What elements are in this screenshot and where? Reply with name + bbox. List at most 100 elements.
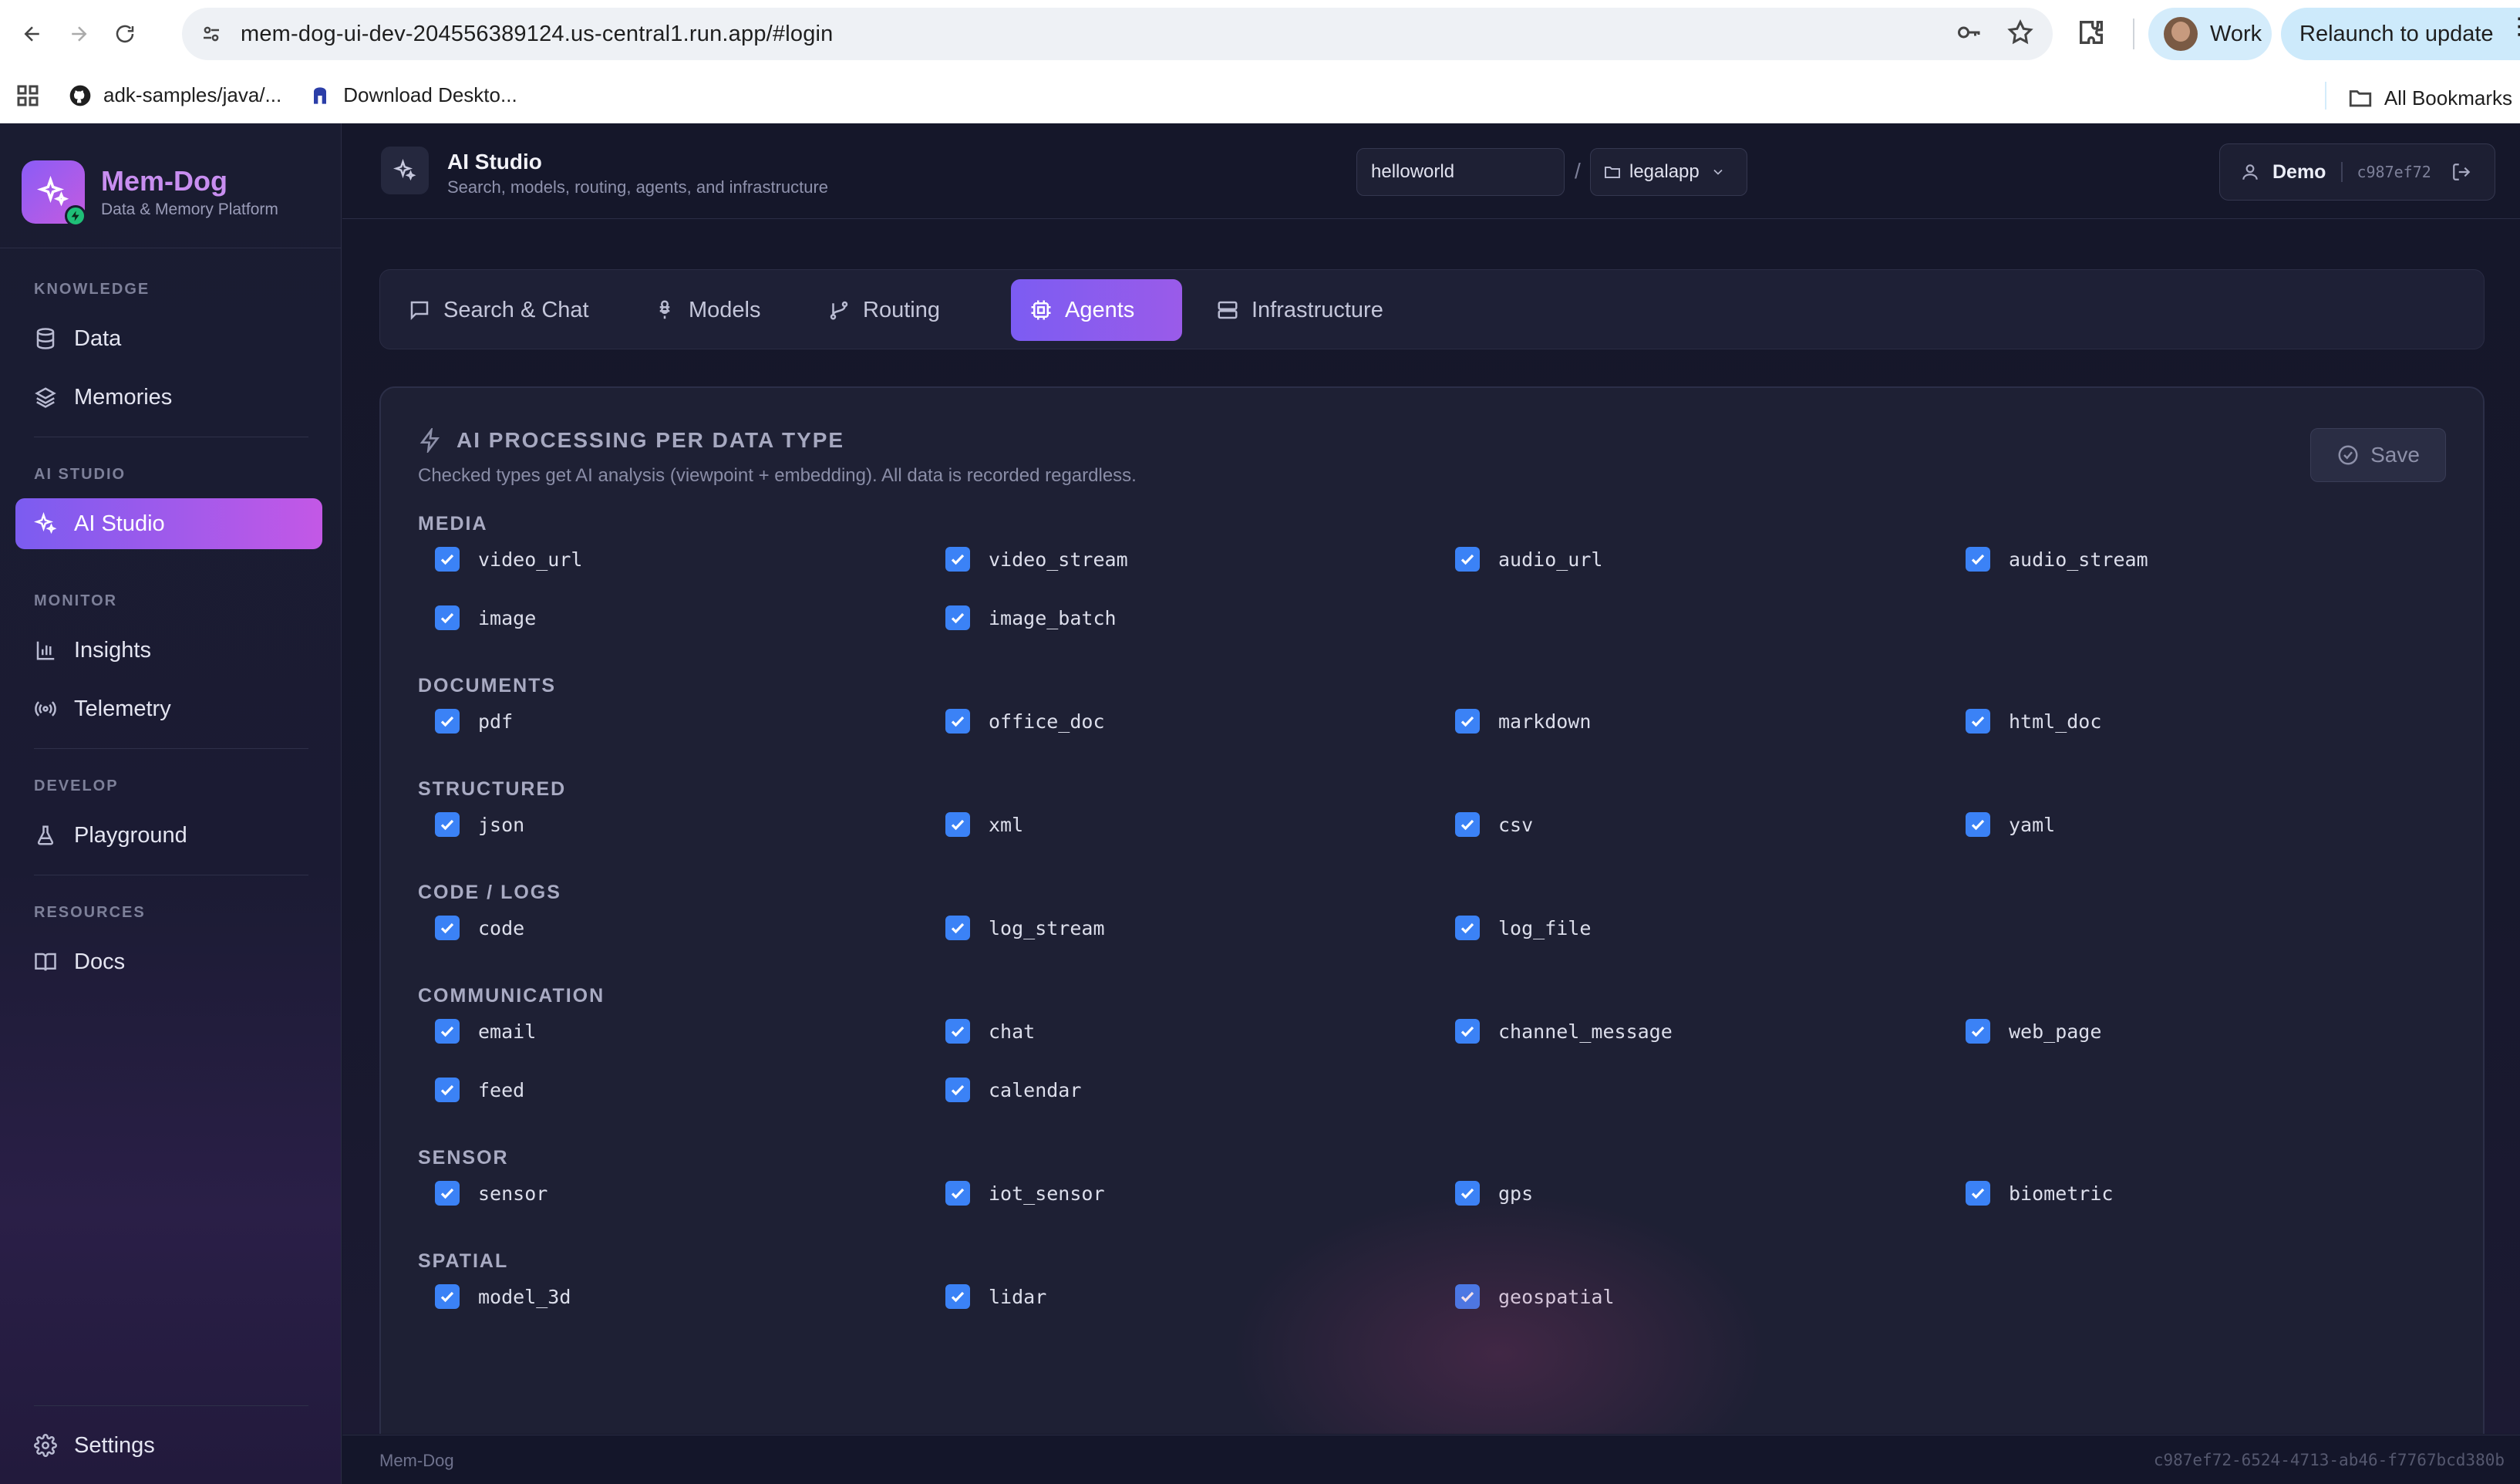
forward-button[interactable] [56, 11, 102, 57]
checkbox-checked[interactable] [1455, 1181, 1480, 1206]
data-type-checkbox[interactable]: pdf [435, 709, 513, 734]
tab-models[interactable]: Models [635, 279, 797, 341]
checkbox-checked[interactable] [945, 709, 970, 734]
checkbox-checked[interactable] [435, 1019, 460, 1044]
checkbox-checked[interactable] [945, 916, 970, 940]
checkbox-checked[interactable] [435, 1284, 460, 1309]
relaunch-button[interactable]: Relaunch to update ⋮ [2281, 8, 2520, 60]
user-icon [2242, 164, 2258, 180]
data-type-checkbox[interactable]: web_page [1966, 1019, 2101, 1044]
back-button[interactable] [9, 11, 56, 57]
data-type-checkbox[interactable]: audio_stream [1966, 547, 2148, 572]
url-text[interactable]: mem-dog-ui-dev-204556389124.us-central1.… [241, 22, 834, 47]
checkbox-checked[interactable] [435, 812, 460, 837]
data-type-checkbox[interactable]: iot_sensor [945, 1181, 1105, 1206]
user-menu[interactable]: Demo c987ef72 [2219, 143, 2495, 201]
checkbox-checked[interactable] [435, 916, 460, 940]
checkbox-checked[interactable] [945, 1078, 970, 1102]
checkbox-checked[interactable] [945, 812, 970, 837]
data-type-checkbox[interactable]: gps [1455, 1181, 1533, 1206]
profile-button[interactable]: Work [2148, 8, 2272, 60]
data-type-checkbox[interactable]: sensor [435, 1181, 547, 1206]
data-type-checkbox[interactable]: calendar [945, 1078, 1081, 1102]
tab-search-chat[interactable]: Search & Chat [389, 279, 621, 341]
data-type-checkbox[interactable]: xml [945, 812, 1023, 837]
checkbox-checked[interactable] [1455, 916, 1480, 940]
site-settings-icon[interactable] [196, 19, 227, 49]
checkbox-checked[interactable] [945, 547, 970, 572]
sidebar-item-settings[interactable]: Settings [15, 1421, 322, 1470]
checkbox-checked[interactable] [1966, 812, 1990, 837]
data-type-checkbox[interactable]: code [435, 916, 524, 940]
data-type-checkbox[interactable]: chat [945, 1019, 1035, 1044]
data-type-checkbox[interactable]: markdown [1455, 709, 1591, 734]
apps-grid-icon[interactable] [14, 82, 42, 110]
data-type-checkbox[interactable]: csv [1455, 812, 1533, 837]
password-key-icon[interactable] [1956, 19, 1983, 46]
extensions-icon[interactable] [2076, 17, 2107, 48]
checkbox-checked[interactable] [945, 1284, 970, 1309]
checkbox-checked[interactable] [435, 709, 460, 734]
namespace-input[interactable]: helloworld [1356, 148, 1565, 196]
checkbox-label: yaml [2009, 813, 2056, 836]
checkbox-checked[interactable] [945, 605, 970, 630]
sidebar-item-label: Insights [74, 637, 151, 663]
data-type-checkbox[interactable]: log_file [1455, 916, 1591, 940]
sidebar-item-data[interactable]: Data [15, 313, 322, 364]
checkbox-checked[interactable] [945, 1181, 970, 1206]
checkbox-checked[interactable] [435, 605, 460, 630]
data-type-checkbox[interactable]: lidar [945, 1284, 1046, 1309]
data-type-checkbox[interactable]: image_batch [945, 605, 1117, 630]
sidebar-item-ai-studio[interactable]: AI Studio [15, 498, 322, 549]
logout-icon[interactable] [2451, 162, 2471, 182]
checkbox-checked[interactable] [1455, 812, 1480, 837]
data-type-checkbox[interactable]: biometric [1966, 1181, 2113, 1206]
data-type-checkbox[interactable]: model_3d [435, 1284, 571, 1309]
all-bookmarks-button[interactable]: All Bookmarks [2347, 85, 2512, 111]
sidebar-item-insights[interactable]: Insights [15, 625, 322, 676]
checkbox-checked[interactable] [435, 1181, 460, 1206]
bookmark-star-icon[interactable] [2006, 19, 2034, 46]
checkbox-checked[interactable] [435, 547, 460, 572]
flask-icon [37, 825, 54, 845]
data-type-checkbox[interactable]: geospatial [1455, 1284, 1615, 1309]
checkbox-checked[interactable] [435, 1078, 460, 1102]
reload-button[interactable] [102, 11, 148, 57]
checkbox-checked[interactable] [1455, 547, 1480, 572]
data-type-checkbox[interactable]: feed [435, 1078, 524, 1102]
tab-routing[interactable]: Routing [809, 279, 979, 341]
data-type-checkbox[interactable]: video_url [435, 547, 582, 572]
sidebar-item-playground[interactable]: Playground [15, 810, 322, 861]
checkbox-checked[interactable] [1966, 709, 1990, 734]
tab-infrastructure[interactable]: Infrastructure [1198, 279, 1406, 341]
checkbox-checked[interactable] [1455, 709, 1480, 734]
data-type-checkbox[interactable]: audio_url [1455, 547, 1602, 572]
data-type-checkbox[interactable]: video_stream [945, 547, 1128, 572]
data-type-checkbox[interactable]: html_doc [1966, 709, 2101, 734]
sidebar-item-memories[interactable]: Memories [15, 372, 322, 423]
checkbox-checked[interactable] [1966, 1019, 1990, 1044]
sidebar-item-telemetry[interactable]: Telemetry [15, 683, 322, 734]
checkbox-checked[interactable] [1966, 547, 1990, 572]
data-type-checkbox[interactable]: log_stream [945, 916, 1105, 940]
bookmark-item[interactable]: adk-samples/java/... [68, 83, 281, 108]
checkbox-label: chat [989, 1020, 1036, 1043]
data-type-checkbox[interactable]: json [435, 812, 524, 837]
sidebar-item-docs[interactable]: Docs [15, 936, 322, 987]
more-vert-icon[interactable]: ⋮ [2508, 15, 2520, 39]
check-icon [1971, 819, 1985, 831]
data-type-checkbox[interactable]: yaml [1966, 812, 2055, 837]
save-button[interactable]: Save [2310, 428, 2446, 482]
checkbox-checked[interactable] [1455, 1284, 1480, 1309]
tab-agents[interactable]: Agents [1011, 279, 1182, 341]
checkbox-checked[interactable] [1966, 1181, 1990, 1206]
checkbox-checked[interactable] [945, 1019, 970, 1044]
data-type-checkbox[interactable]: office_doc [945, 709, 1105, 734]
bookmark-item[interactable]: Download Deskto... [308, 83, 517, 108]
data-type-checkbox[interactable]: email [435, 1019, 536, 1044]
address-bar[interactable]: mem-dog-ui-dev-204556389124.us-central1.… [182, 8, 2053, 60]
data-type-checkbox[interactable]: channel_message [1455, 1019, 1673, 1044]
app-select[interactable]: legalapp [1590, 148, 1747, 196]
checkbox-checked[interactable] [1455, 1019, 1480, 1044]
data-type-checkbox[interactable]: image [435, 605, 536, 630]
